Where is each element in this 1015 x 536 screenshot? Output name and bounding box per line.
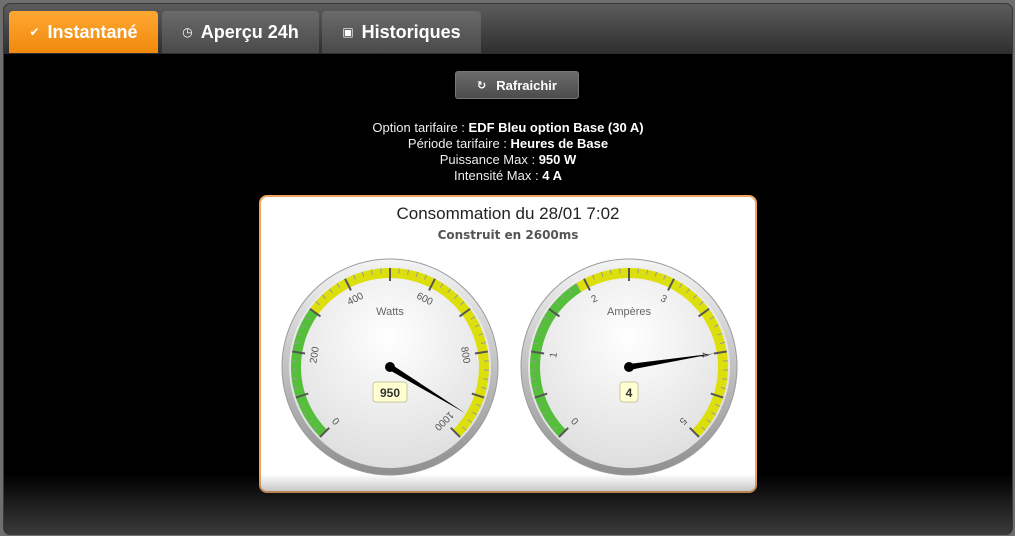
gauge-title: Watts — [376, 306, 404, 318]
gauge-value-label: 950 — [380, 386, 400, 400]
period-line: Période tarifaire : Heures de Base — [407, 136, 609, 151]
gauge-pivot — [385, 362, 395, 372]
calendar-icon: ▣ — [342, 25, 354, 39]
gauge-value-label: 4 — [626, 386, 633, 400]
refresh-icon: ↻ — [477, 79, 487, 92]
minor-tick — [291, 378, 297, 380]
tab-label: Aperçu 24h — [200, 21, 299, 42]
tab-instantane[interactable]: ✔ Instantané — [9, 11, 158, 53]
tariff-info: Option tarifaire : EDF Bleu option Base … — [4, 120, 1012, 184]
tab-label: Instantané — [47, 21, 138, 42]
clock-icon: ◷ — [182, 25, 193, 39]
minor-tick — [483, 378, 489, 380]
chart-panel: Consommation du 28/01 7:02 Construit en … — [259, 195, 757, 493]
gauge-pivot — [624, 362, 634, 372]
gauge-title: Ampères — [607, 306, 652, 318]
check-icon: ✔ — [29, 25, 40, 39]
app-window: ✔ Instantané ◷ Aperçu 24h ▣ Historiques … — [3, 3, 1013, 535]
tab-bar: ✔ Instantané ◷ Aperçu 24h ▣ Historiques — [4, 4, 1012, 54]
minor-tick — [722, 378, 728, 380]
tab-label: Historiques — [361, 21, 461, 42]
gauges-svg: 02004006008001000Watts950012345Ampères4 — [281, 258, 738, 476]
minor-tick — [530, 378, 536, 380]
bottom-glow — [4, 474, 1012, 534]
tab-historiques[interactable]: ▣ Historiques — [322, 11, 481, 53]
period-value: Heures de Base — [510, 136, 609, 151]
refresh-button[interactable]: ↻ Rafraichir — [455, 71, 579, 99]
option-line: Option tarifaire : EDF Bleu option Base … — [372, 120, 644, 135]
power-value: 950 W — [538, 152, 577, 167]
current-value: 4 A — [542, 168, 562, 183]
power-line: Puissance Max : 950 W — [439, 152, 577, 167]
option-value: EDF Bleu option Base (30 A) — [468, 120, 644, 135]
tab-apercu-24h[interactable]: ◷ Aperçu 24h — [162, 11, 319, 53]
refresh-label: Rafraichir — [496, 77, 557, 93]
current-line: Intensité Max : 4 A — [454, 168, 562, 183]
